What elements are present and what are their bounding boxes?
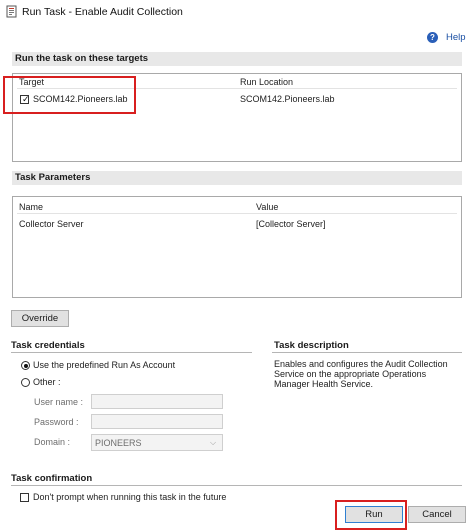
targets-header: Run the task on these targets [12,52,462,66]
divider [11,485,462,486]
dont-prompt-label[interactable]: Don't prompt when running this task in t… [33,492,226,502]
chevron-down-icon: ⌵ [210,438,217,447]
highlight-box-target [3,76,136,114]
credentials-header: Task credentials [11,340,85,351]
radio-other-label[interactable]: Other : [33,377,61,387]
radio-predefined-account[interactable] [21,361,30,370]
parameter-name: Collector Server [19,219,84,229]
password-field[interactable] [91,414,223,429]
divider [11,352,252,353]
parameters-header: Task Parameters [12,171,462,185]
description-header: Task description [274,340,349,351]
column-header-value[interactable]: Value [256,202,278,212]
help-link[interactable]: Help [446,32,466,43]
column-header-name[interactable]: Name [19,202,43,212]
dont-prompt-checkbox[interactable] [20,493,29,502]
username-field[interactable] [91,394,223,409]
divider [272,352,462,353]
task-icon [6,5,18,18]
domain-dropdown[interactable]: PIONEERS ⌵ [91,434,223,451]
override-button[interactable]: Override [11,310,69,327]
help-icon[interactable]: ? [427,32,438,43]
username-label: User name : [34,397,84,407]
cancel-button[interactable]: Cancel [408,506,466,523]
window-title: Run Task - Enable Audit Collection [22,6,183,18]
domain-label: Domain : [34,437,71,447]
radio-other[interactable] [21,378,30,387]
radio-predefined-account-label[interactable]: Use the predefined Run As Account [33,360,175,370]
highlight-box-run [335,500,407,530]
password-label: Password : [34,417,79,427]
parameters-list[interactable]: Name Value Collector Server [Collector S… [12,196,462,298]
parameter-value[interactable]: [Collector Server] [256,219,326,229]
confirmation-header: Task confirmation [11,473,93,484]
column-header-run-location[interactable]: Run Location [240,77,293,87]
header-divider [17,213,457,214]
radio-selected-dot [23,363,28,368]
domain-value: PIONEERS [95,438,142,448]
target-run-location: SCOM142.Pioneers.lab [240,94,335,104]
description-text: Enables and configures the Audit Collect… [274,359,448,389]
